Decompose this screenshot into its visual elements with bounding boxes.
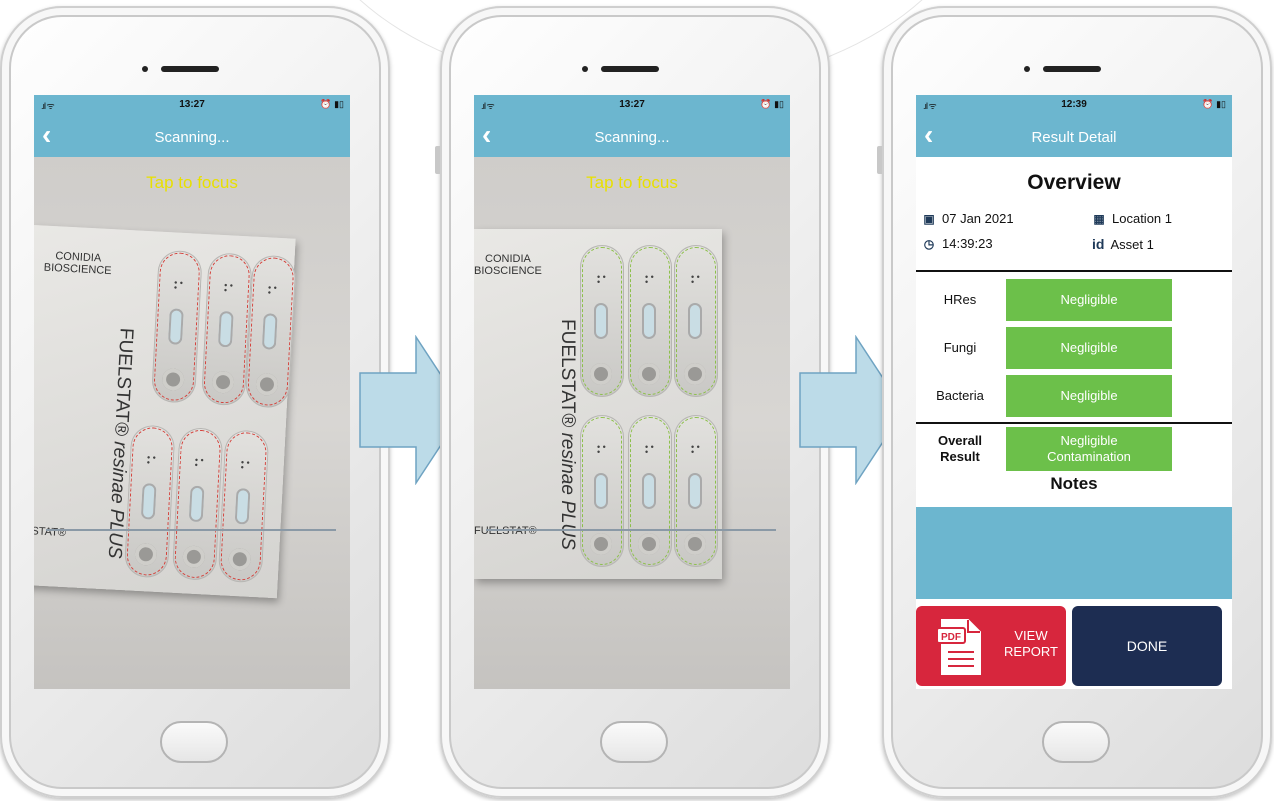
row-label-bacteria: Bacteria (936, 388, 984, 403)
status-time: 12:39 (1061, 99, 1087, 110)
nav-bar: ‹ Result Detail (916, 117, 1232, 157)
front-camera (582, 66, 588, 72)
phone-result: .ıl ᯤ 12:39 ⏰ ▮▯ ‹ Result Detail Overvie… (877, 6, 1272, 798)
screen: .ıl ᯤ 13:27 ⏰ ▮▯ ‹ Scanning... Tap to fo… (474, 95, 790, 689)
home-button[interactable] (600, 721, 668, 763)
test-strip: • • • (628, 245, 672, 397)
phone-scanning-1: .ıl ᯤ 13:27 ⏰ ▮▯ ‹ Scanning... Tap to fo… (0, 6, 390, 798)
divider (916, 270, 1232, 272)
front-camera (142, 66, 148, 72)
side-button (435, 146, 440, 174)
test-strip: • • • (171, 426, 224, 581)
test-strip: • • • (628, 415, 672, 567)
asset-field: id Asset 1 (1092, 236, 1154, 252)
result-hres: Negligible (1006, 279, 1172, 321)
test-card: CONIDIA BIOSCIENCE FUELSTAT® resinae PLU… (34, 225, 297, 599)
date-value: 07 Jan 2021 (942, 211, 1014, 226)
home-button[interactable] (1042, 721, 1110, 763)
camera-viewfinder[interactable]: Tap to focus CONIDIA BIOSCIENCE FUELSTAT… (474, 157, 790, 689)
speaker (1043, 66, 1101, 72)
pdf-file-icon: PDF (936, 619, 981, 675)
scan-line (486, 529, 776, 531)
status-bar: .ıl ᯤ 12:39 ⏰ ▮▯ (916, 95, 1232, 117)
test-strip: • • • (244, 254, 297, 409)
location-value: Location 1 (1112, 211, 1172, 226)
date-field: ▣ 07 Jan 2021 (922, 211, 1014, 226)
tap-to-focus[interactable]: Tap to focus (474, 173, 790, 193)
test-strip: • • • (674, 415, 718, 567)
asset-value: Asset 1 (1110, 237, 1154, 252)
done-button[interactable]: DONE (1072, 606, 1222, 686)
side-button (877, 146, 882, 174)
view-report-label: VIEW REPORT (1004, 628, 1058, 659)
home-button[interactable] (160, 721, 228, 763)
id-icon: id (1092, 236, 1105, 252)
status-time: 13:27 (619, 99, 645, 110)
tap-to-focus[interactable]: Tap to focus (34, 173, 350, 193)
screen: .ıl ᯤ 12:39 ⏰ ▮▯ ‹ Result Detail Overvie… (916, 95, 1232, 689)
test-strip: • • • (580, 245, 624, 397)
clock-icon: ◷ (923, 237, 935, 251)
screen: .ıl ᯤ 13:27 ⏰ ▮▯ ‹ Scanning... Tap to fo… (34, 95, 350, 689)
status-time: 13:27 (179, 99, 205, 110)
front-camera (1024, 66, 1030, 72)
test-strip: • • • (150, 249, 203, 404)
row-label-hres: HRes (943, 292, 977, 307)
row-label-fungi: Fungi (943, 340, 977, 355)
location-field: ▦ Location 1 (1092, 211, 1172, 226)
result-bacteria: Negligible (1006, 375, 1172, 417)
nav-title: Scanning... (154, 129, 230, 146)
test-strip: • • • (580, 415, 624, 567)
battery-icon: ⏰ ▮▯ (1202, 99, 1226, 109)
card-brand: CONIDIA BIOSCIENCE (43, 250, 112, 278)
speaker (601, 66, 659, 72)
overview-title: Overview (1027, 171, 1121, 194)
camera-viewfinder[interactable]: Tap to focus CONIDIA BIOSCIENCE FUELSTAT… (34, 157, 350, 689)
notes-title: Notes (1050, 474, 1098, 493)
card-footer-brand: FUELSTAT® (474, 525, 537, 537)
pdf-badge: PDF (941, 632, 961, 643)
battery-icon: ⏰ ▮▯ (320, 99, 344, 109)
nav-title: Result Detail (1031, 129, 1117, 146)
speaker (161, 66, 219, 72)
nav-title: Scanning... (594, 129, 670, 146)
test-card: CONIDIA BIOSCIENCE FUELSTAT® resinae PLU… (474, 229, 722, 579)
card-footer-brand: ELSTAT® (34, 524, 67, 540)
test-strip: • • • (674, 245, 718, 397)
building-location-icon: ▦ (1093, 212, 1105, 226)
test-strip: • • • (123, 424, 176, 579)
view-report-button[interactable]: PDF VIEW REPORT (916, 606, 1066, 686)
time-value: 14:39:23 (942, 236, 993, 251)
calendar-icon: ▣ (923, 212, 935, 226)
status-bar: .ıl ᯤ 13:27 ⏰ ▮▯ (34, 95, 350, 117)
battery-icon: ⏰ ▮▯ (760, 99, 784, 109)
notes-field[interactable] (916, 507, 1232, 599)
overall-result-label: Overall Result (937, 433, 983, 464)
divider (916, 422, 1232, 424)
result-detail: Overview ▣ 07 Jan 2021 ▦ Location 1 ◷ 14:39… (916, 157, 1232, 689)
phone-scanning-2: .ıl ᯤ 13:27 ⏰ ▮▯ ‹ Scanning... Tap to fo… (435, 6, 830, 798)
nav-bar: ‹ Scanning... (474, 117, 790, 157)
time-field: ◷ 14:39:23 (922, 236, 993, 251)
product-name: FUELSTAT® resinae PLUS (557, 319, 578, 550)
card-brand: CONIDIA BIOSCIENCE (474, 253, 542, 277)
scan-line (46, 529, 336, 531)
result-fungi: Negligible (1006, 327, 1172, 369)
overall-result-value: Negligible Contamination (1006, 427, 1172, 471)
test-strip: • • • (217, 429, 270, 584)
nav-bar: ‹ Scanning... (34, 117, 350, 157)
status-bar: .ıl ᯤ 13:27 ⏰ ▮▯ (474, 95, 790, 117)
